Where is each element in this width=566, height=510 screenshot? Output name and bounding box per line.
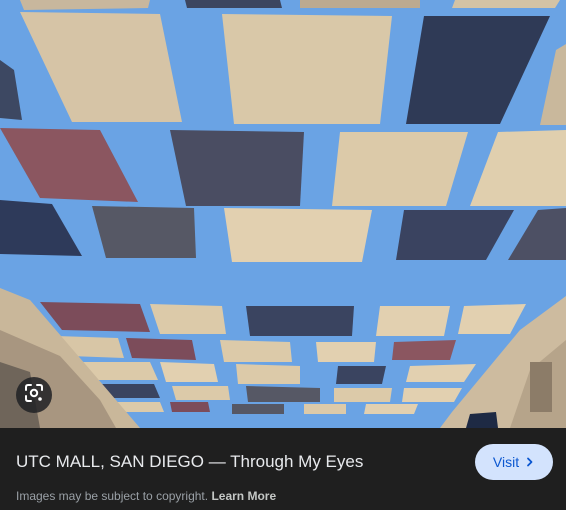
visit-label: Visit xyxy=(492,454,520,470)
copyright-notice: Images may be subject to copyright. Lear… xyxy=(16,489,276,503)
chevron-right-icon xyxy=(525,454,535,470)
google-lens-button[interactable] xyxy=(16,377,52,413)
copyright-text: Images may be subject to copyright. xyxy=(16,489,209,503)
result-title[interactable]: UTC MALL, SAN DIEGO — Through My Eyes xyxy=(16,452,363,472)
visit-button[interactable]: Visit xyxy=(475,444,553,480)
learn-more-link[interactable]: Learn More xyxy=(211,489,276,503)
google-lens-icon xyxy=(24,383,44,408)
preview-image[interactable] xyxy=(0,0,566,428)
